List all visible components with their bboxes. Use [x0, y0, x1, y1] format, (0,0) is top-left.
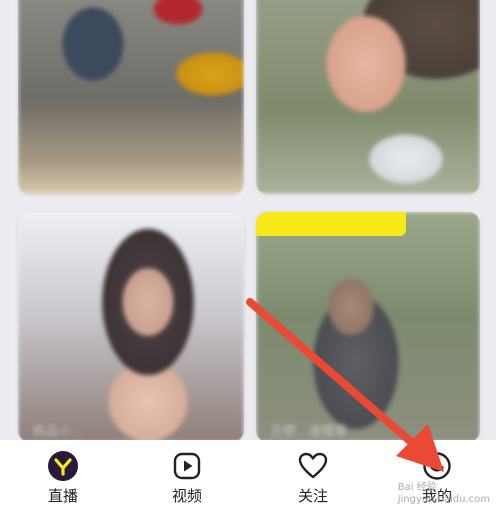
play-icon	[171, 450, 203, 482]
tab-live[interactable]: 直播	[8, 440, 118, 514]
live-y-icon	[47, 450, 79, 482]
watermark: Bai 经验 jingyan.baidu.com	[397, 482, 490, 505]
video-thumbnail	[256, 212, 480, 440]
live-badge	[256, 212, 406, 236]
video-card[interactable]	[18, 0, 244, 194]
video-thumbnail	[18, 212, 244, 440]
video-card[interactable]	[256, 0, 480, 194]
video-caption: 商品小...	[32, 425, 84, 440]
profile-face-icon	[421, 450, 453, 482]
video-thumbnail	[18, 0, 244, 194]
video-grid: 商品小... 丑壁...道擂客	[0, 0, 496, 440]
tab-follow[interactable]: 关注	[258, 440, 368, 514]
tab-video[interactable]: 视频	[132, 440, 242, 514]
video-caption: 丑壁...道擂客	[270, 425, 348, 440]
tab-label: 关注	[297, 487, 328, 505]
tab-label: 直播	[47, 487, 78, 505]
heart-icon	[297, 450, 329, 482]
tab-label: 视频	[171, 487, 202, 505]
video-card[interactable]: 商品小...	[18, 212, 244, 440]
video-thumbnail	[256, 0, 480, 194]
video-card[interactable]: 丑壁...道擂客	[256, 212, 480, 440]
